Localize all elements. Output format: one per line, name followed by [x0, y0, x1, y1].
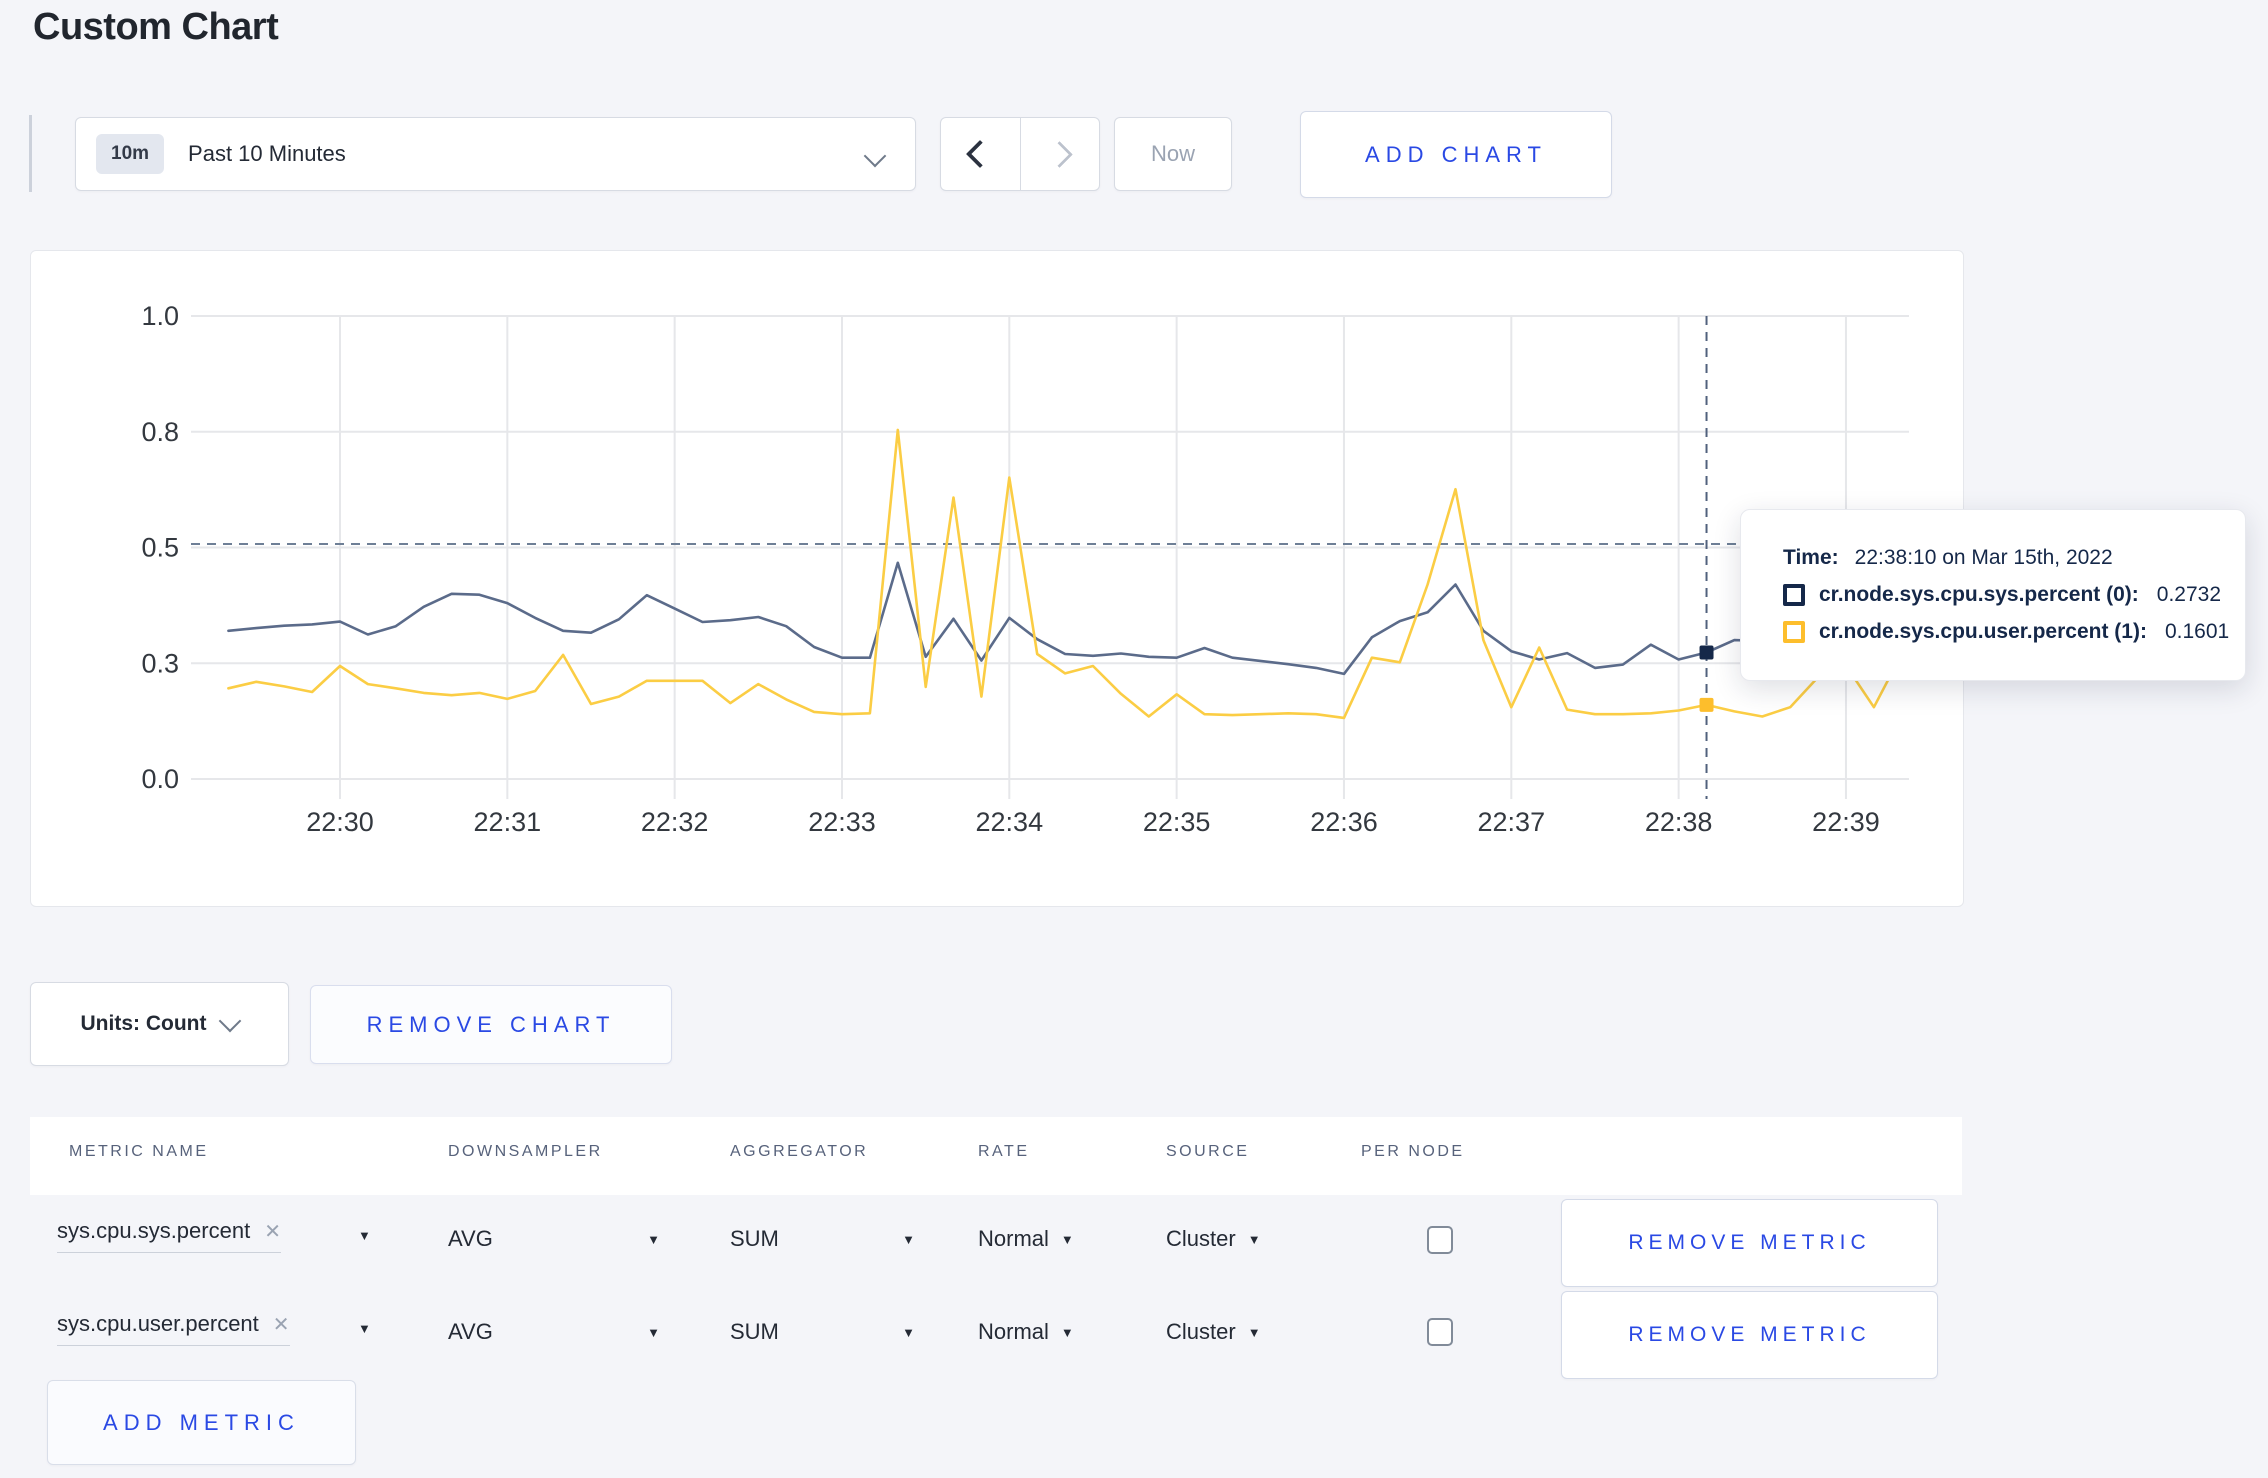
prev-range-button[interactable]	[941, 118, 1020, 190]
sys-series-legend-icon	[1783, 584, 1805, 606]
source-select[interactable]: Cluster ▼	[1166, 1319, 1261, 1345]
tooltip-series-value: 0.2732	[2156, 583, 2222, 606]
remove-chart-button[interactable]: REMOVE CHART	[310, 985, 672, 1064]
metric-name: sys.cpu.sys.percent	[57, 1218, 251, 1243]
time-range-selector[interactable]: 10m Past 10 Minutes	[75, 117, 916, 191]
downsampler-select[interactable]: AVG ▼	[448, 1226, 660, 1252]
col-header-source: SOURCE	[1166, 1143, 1250, 1160]
source-value: Cluster	[1166, 1226, 1236, 1251]
caret-down-icon: ▼	[647, 1231, 660, 1247]
caret-down-icon: ▼	[1247, 1231, 1261, 1247]
units-label: Units: Count	[80, 1012, 207, 1035]
custom-chart-page: Custom Chart 10m Past 10 Minutes Now ADD…	[0, 0, 2268, 1478]
caret-down-icon: ▼	[647, 1324, 660, 1340]
downsampler-value: AVG	[448, 1226, 493, 1251]
y-axis-tick-label: 0.3	[141, 648, 179, 678]
next-range-button[interactable]	[1021, 118, 1100, 190]
tooltip-time-label: Time:	[1783, 546, 1839, 569]
remove-metric-button[interactable]: REMOVE METRIC	[1561, 1291, 1938, 1379]
toolbar-divider	[29, 115, 32, 192]
x-axis-tick-label: 22:34	[976, 807, 1044, 837]
rate-select[interactable]: Normal ▼	[978, 1226, 1074, 1252]
x-axis-tick-label: 22:31	[474, 807, 542, 837]
caret-down-icon: ▼	[1060, 1324, 1074, 1340]
x-axis-tick-label: 22:37	[1478, 807, 1546, 837]
aggregator-select[interactable]: SUM ▼	[730, 1226, 915, 1252]
time-range-label: Past 10 Minutes	[188, 141, 346, 166]
now-button[interactable]: Now	[1114, 117, 1232, 191]
caret-down-icon: ▼	[1060, 1231, 1074, 1247]
metric-name-select[interactable]: sys.cpu.sys.percent ✕	[57, 1218, 281, 1253]
tooltip-series-name: cr.node.sys.cpu.sys.percent (0):	[1819, 583, 2139, 606]
x-axis-tick-label: 22:33	[808, 807, 876, 837]
y-axis-tick-label: 0.0	[141, 764, 179, 794]
caret-down-icon[interactable]: ▼	[358, 1321, 371, 1336]
x-axis-tick-label: 22:30	[306, 807, 374, 837]
x-axis-tick-label: 22:35	[1143, 807, 1211, 837]
rate-select[interactable]: Normal ▼	[978, 1319, 1074, 1345]
y-axis-tick-label: 0.8	[141, 417, 179, 447]
chevron-down-icon	[219, 1009, 242, 1033]
col-header-downsampler: DOWNSAMPLER	[448, 1143, 603, 1160]
caret-down-icon[interactable]: ▼	[358, 1228, 371, 1243]
col-header-per-node: PER NODE	[1361, 1143, 1465, 1160]
aggregator-value: SUM	[730, 1226, 779, 1251]
chart-tooltip: Time: 22:38:10 on Mar 15th, 2022 cr.node…	[1740, 509, 2246, 681]
chart-card: 0.0 0.3 0.5 0.8 1.0 22:30 22:31 22:32 22:33 22:34…	[30, 250, 1964, 907]
page-title: Custom Chart	[33, 6, 279, 48]
clear-metric-icon[interactable]: ✕	[264, 1219, 281, 1244]
metric-name-select[interactable]: sys.cpu.user.percent ✕	[57, 1311, 290, 1346]
x-axis-tick-label: 22:38	[1645, 807, 1713, 837]
per-node-checkbox[interactable]	[1427, 1318, 1453, 1346]
rate-value: Normal	[978, 1226, 1049, 1251]
chevron-down-icon	[863, 144, 887, 168]
per-node-checkbox[interactable]	[1427, 1226, 1453, 1254]
caret-down-icon: ▼	[1247, 1324, 1261, 1340]
source-value: Cluster	[1166, 1319, 1236, 1344]
add-metric-button[interactable]: ADD METRIC	[47, 1380, 356, 1465]
caret-down-icon: ▼	[902, 1231, 915, 1247]
col-header-rate: RATE	[978, 1143, 1030, 1160]
metrics-table-header: METRIC NAME DOWNSAMPLER AGGREGATOR RATE …	[30, 1117, 1962, 1195]
tooltip-series-value: 0.1601	[2164, 620, 2230, 643]
cpu-usage-chart[interactable]: 0.0 0.3 0.5 0.8 1.0 22:30 22:31 22:32 22:33 22:34…	[31, 251, 1963, 906]
downsampler-select[interactable]: AVG ▼	[448, 1319, 660, 1345]
source-select[interactable]: Cluster ▼	[1166, 1226, 1261, 1252]
aggregator-select[interactable]: SUM ▼	[730, 1319, 915, 1345]
add-chart-button[interactable]: ADD CHART	[1300, 111, 1612, 198]
hover-point-sys	[1699, 645, 1714, 660]
x-axis-tick-label: 22:36	[1310, 807, 1378, 837]
x-axis-tick-label: 22:39	[1812, 807, 1880, 837]
units-selector[interactable]: Units: Count	[30, 982, 289, 1066]
x-axis-tick-label: 22:32	[641, 807, 709, 837]
series-line-user	[227, 428, 1903, 720]
caret-down-icon: ▼	[902, 1324, 915, 1340]
hover-point-user	[1699, 697, 1714, 712]
clear-metric-icon[interactable]: ✕	[273, 1312, 290, 1337]
col-header-aggregator: AGGREGATOR	[730, 1143, 869, 1160]
col-header-metric-name: METRIC NAME	[69, 1143, 209, 1160]
y-axis-tick-label: 0.5	[141, 533, 179, 563]
tooltip-time-value: 22:38:10 on Mar 15th, 2022	[1854, 546, 2113, 569]
chevron-left-icon	[966, 139, 995, 169]
rate-value: Normal	[978, 1319, 1049, 1344]
series-line-sys	[227, 561, 1903, 676]
metric-name: sys.cpu.user.percent	[57, 1311, 259, 1336]
y-axis-tick-label: 1.0	[141, 301, 179, 331]
tooltip-time-row: Time: 22:38:10 on Mar 15th, 2022	[1783, 546, 2245, 570]
tooltip-series-name: cr.node.sys.cpu.user.percent (1):	[1819, 620, 2147, 643]
aggregator-value: SUM	[730, 1319, 779, 1344]
remove-metric-button[interactable]: REMOVE METRIC	[1561, 1199, 1938, 1287]
time-range-badge: 10m	[96, 134, 165, 174]
time-range-arrows	[940, 117, 1100, 191]
tooltip-series-row: cr.node.sys.cpu.sys.percent (0): 0.2732	[1783, 583, 2245, 607]
tooltip-series-row: cr.node.sys.cpu.user.percent (1): 0.1601	[1783, 620, 2245, 644]
downsampler-value: AVG	[448, 1319, 493, 1344]
user-series-legend-icon	[1783, 621, 1805, 643]
chevron-right-icon	[1046, 140, 1074, 168]
